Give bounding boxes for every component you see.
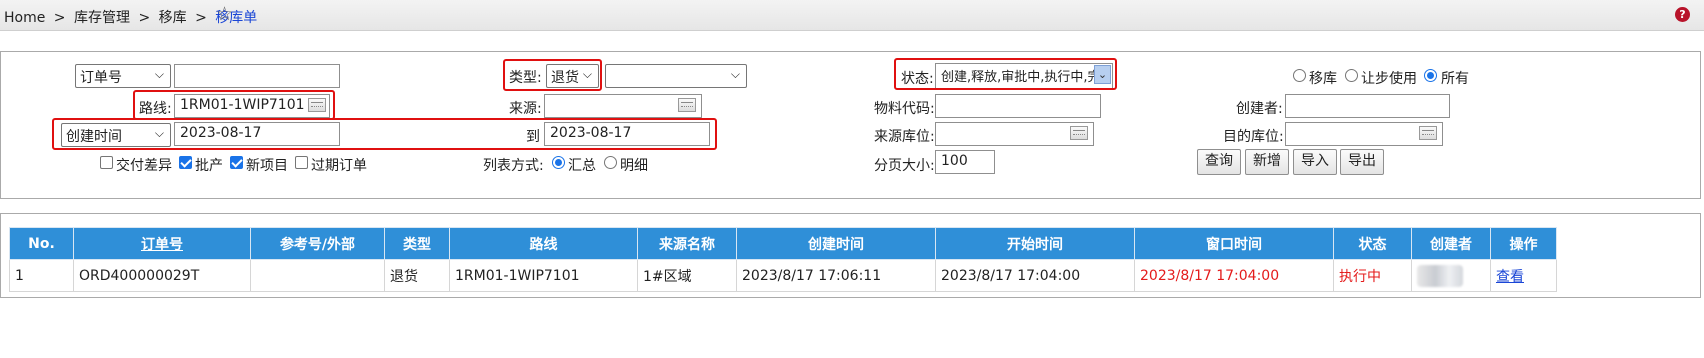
cell-route: 1RM01-1WIP7101 <box>449 259 638 292</box>
status-multiselect-value: 创建,释放,审批中,执行中,完 <box>941 70 1101 85</box>
filter-panel: 订单号 ⌵ 类型: 退货 ⌵ ⌵ 状态: 创建,释放,审批中,执行中,完 ⌄ 移… <box>0 51 1701 199</box>
add-button[interactable]: 新增 <box>1245 149 1289 175</box>
table-row[interactable]: 1 ORD400000029T 退货 1RM01-1WIP7101 1#区域 2… <box>9 259 1557 292</box>
date-field-select[interactable]: 创建时间 ⌵ <box>61 123 171 147</box>
material-code-input[interactable] <box>935 94 1101 118</box>
checkbox-expired-orders-label: 过期订单 <box>311 158 367 174</box>
column-header-type: 类型 <box>384 227 450 260</box>
list-mode-radio-detail[interactable] <box>604 156 617 169</box>
cell-source-name: 1#区域 <box>637 259 737 292</box>
import-button[interactable]: 导入 <box>1293 149 1337 175</box>
date-from-input[interactable]: 2023-08-17 <box>174 122 340 146</box>
type-select-value: 退货 <box>551 70 579 86</box>
column-header-start: 开始时间 <box>935 227 1135 260</box>
page-size-input[interactable]: 100 <box>935 150 995 174</box>
column-header-status: 状态 <box>1333 227 1412 260</box>
search-button[interactable]: 查询 <box>1197 149 1241 175</box>
breadcrumb-transfer[interactable]: 移库 <box>159 10 187 26</box>
source-lookup-icon[interactable] <box>678 98 696 112</box>
creator-input[interactable] <box>1285 94 1450 118</box>
status-label: 状态: <box>901 71 934 87</box>
results-panel: No. 订单号 参考号/外部 类型 路线 来源名称 创建时间 开始时间 窗口时间… <box>0 213 1701 298</box>
date-field-select-value: 创建时间 <box>66 129 122 145</box>
mode-radio-all-label: 所有 <box>1441 71 1469 87</box>
status-multiselect[interactable]: 创建,释放,审批中,执行中,完 <box>935 63 1113 89</box>
chevron-down-icon: ⌵ <box>154 67 164 81</box>
cell-status: 执行中 <box>1333 259 1412 292</box>
creator-label: 创建者: <box>1236 101 1283 117</box>
cell-start: 2023/8/17 17:04:00 <box>935 259 1135 292</box>
column-header-order-no[interactable]: 订单号 <box>73 227 251 260</box>
dest-location-label: 目的库位: <box>1223 129 1284 145</box>
export-button[interactable]: 导出 <box>1340 149 1384 175</box>
table-header-row: No. 订单号 参考号/外部 类型 路线 来源名称 创建时间 开始时间 窗口时间… <box>9 227 1557 260</box>
top-bar: Home > 库存管理 > 移库 > 移库单 ☆ ? <box>0 0 1704 31</box>
source-location-lookup-icon[interactable] <box>1070 126 1088 140</box>
source-location-label: 来源库位: <box>874 129 935 145</box>
column-header-action: 操作 <box>1490 227 1557 260</box>
type-label: 类型: <box>509 70 542 86</box>
column-header-created: 创建时间 <box>736 227 936 260</box>
cell-type: 退货 <box>384 259 450 292</box>
mode-radio-transfer-label: 移库 <box>1309 71 1337 87</box>
breadcrumb-inventory[interactable]: 库存管理 <box>74 10 130 26</box>
column-header-no: No. <box>9 227 74 260</box>
favorite-star-icon[interactable]: ☆ <box>216 3 233 25</box>
checkbox-mass-production-label: 批产 <box>195 158 223 174</box>
material-label: 物料代码: <box>874 101 935 117</box>
type-sub-select[interactable]: ⌵ <box>605 64 747 88</box>
source-label: 来源: <box>509 101 542 117</box>
list-mode-label: 列表方式: <box>483 158 544 174</box>
order-field-select[interactable]: 订单号 ⌵ <box>75 64 171 88</box>
checkbox-delivery-diff[interactable] <box>100 156 113 169</box>
checkbox-delivery-diff-label: 交付差异 <box>116 158 172 174</box>
checkbox-new-project[interactable] <box>230 156 243 169</box>
checkbox-mass-production[interactable] <box>179 156 192 169</box>
order-number-input[interactable] <box>174 64 340 88</box>
cell-ref <box>250 259 385 292</box>
route-input[interactable]: 1RM01-1WIP7101 <box>174 94 330 118</box>
cell-order-no: ORD400000029T <box>73 259 251 292</box>
dest-location-lookup-icon[interactable] <box>1419 126 1437 140</box>
checkbox-expired-orders[interactable] <box>295 156 308 169</box>
view-link[interactable]: 查看 <box>1496 269 1524 285</box>
results-table: No. 订单号 参考号/外部 类型 路线 来源名称 创建时间 开始时间 窗口时间… <box>9 227 1557 292</box>
date-to-input[interactable]: 2023-08-17 <box>544 122 710 146</box>
route-label: 路线: <box>139 101 172 117</box>
mode-radio-all[interactable] <box>1424 69 1437 82</box>
breadcrumb-separator: > <box>138 10 151 26</box>
cell-window: 2023/8/17 17:04:00 <box>1134 259 1334 292</box>
breadcrumb-separator: > <box>53 10 66 26</box>
to-label: 到 <box>526 129 540 145</box>
list-mode-radio-detail-label: 明细 <box>620 158 648 174</box>
cell-created: 2023/8/17 17:06:11 <box>736 259 936 292</box>
chevron-down-icon: ⌵ <box>582 67 592 81</box>
order-field-select-value: 订单号 <box>80 70 122 86</box>
type-select[interactable]: 退货 ⌵ <box>546 64 599 88</box>
creator-redacted <box>1417 264 1463 287</box>
help-icon[interactable]: ? <box>1675 7 1690 22</box>
breadcrumb-home[interactable]: Home <box>4 10 45 26</box>
list-mode-radio-summary-label: 汇总 <box>568 158 596 174</box>
route-lookup-icon[interactable] <box>308 98 326 112</box>
mode-radio-transfer[interactable] <box>1293 69 1306 82</box>
mode-radio-concession[interactable] <box>1345 69 1358 82</box>
chevron-down-icon: ⌵ <box>154 126 164 140</box>
list-mode-radio-summary[interactable] <box>552 156 565 169</box>
column-header-source-name: 来源名称 <box>637 227 737 260</box>
column-header-ref: 参考号/外部 <box>250 227 385 260</box>
breadcrumb-separator: > <box>195 10 207 26</box>
column-header-creator: 创建者 <box>1411 227 1491 260</box>
cell-action: 查看 <box>1490 259 1557 292</box>
status-dropdown-icon[interactable]: ⌄ <box>1094 65 1111 84</box>
chevron-down-icon: ⌵ <box>730 67 740 81</box>
cell-creator <box>1411 259 1491 292</box>
mode-radio-concession-label: 让步使用 <box>1361 71 1417 87</box>
page-size-label: 分页大小: <box>874 158 935 174</box>
checkbox-new-project-label: 新项目 <box>246 158 288 174</box>
column-header-route: 路线 <box>449 227 638 260</box>
cell-no: 1 <box>9 259 74 292</box>
column-header-window: 窗口时间 <box>1134 227 1334 260</box>
